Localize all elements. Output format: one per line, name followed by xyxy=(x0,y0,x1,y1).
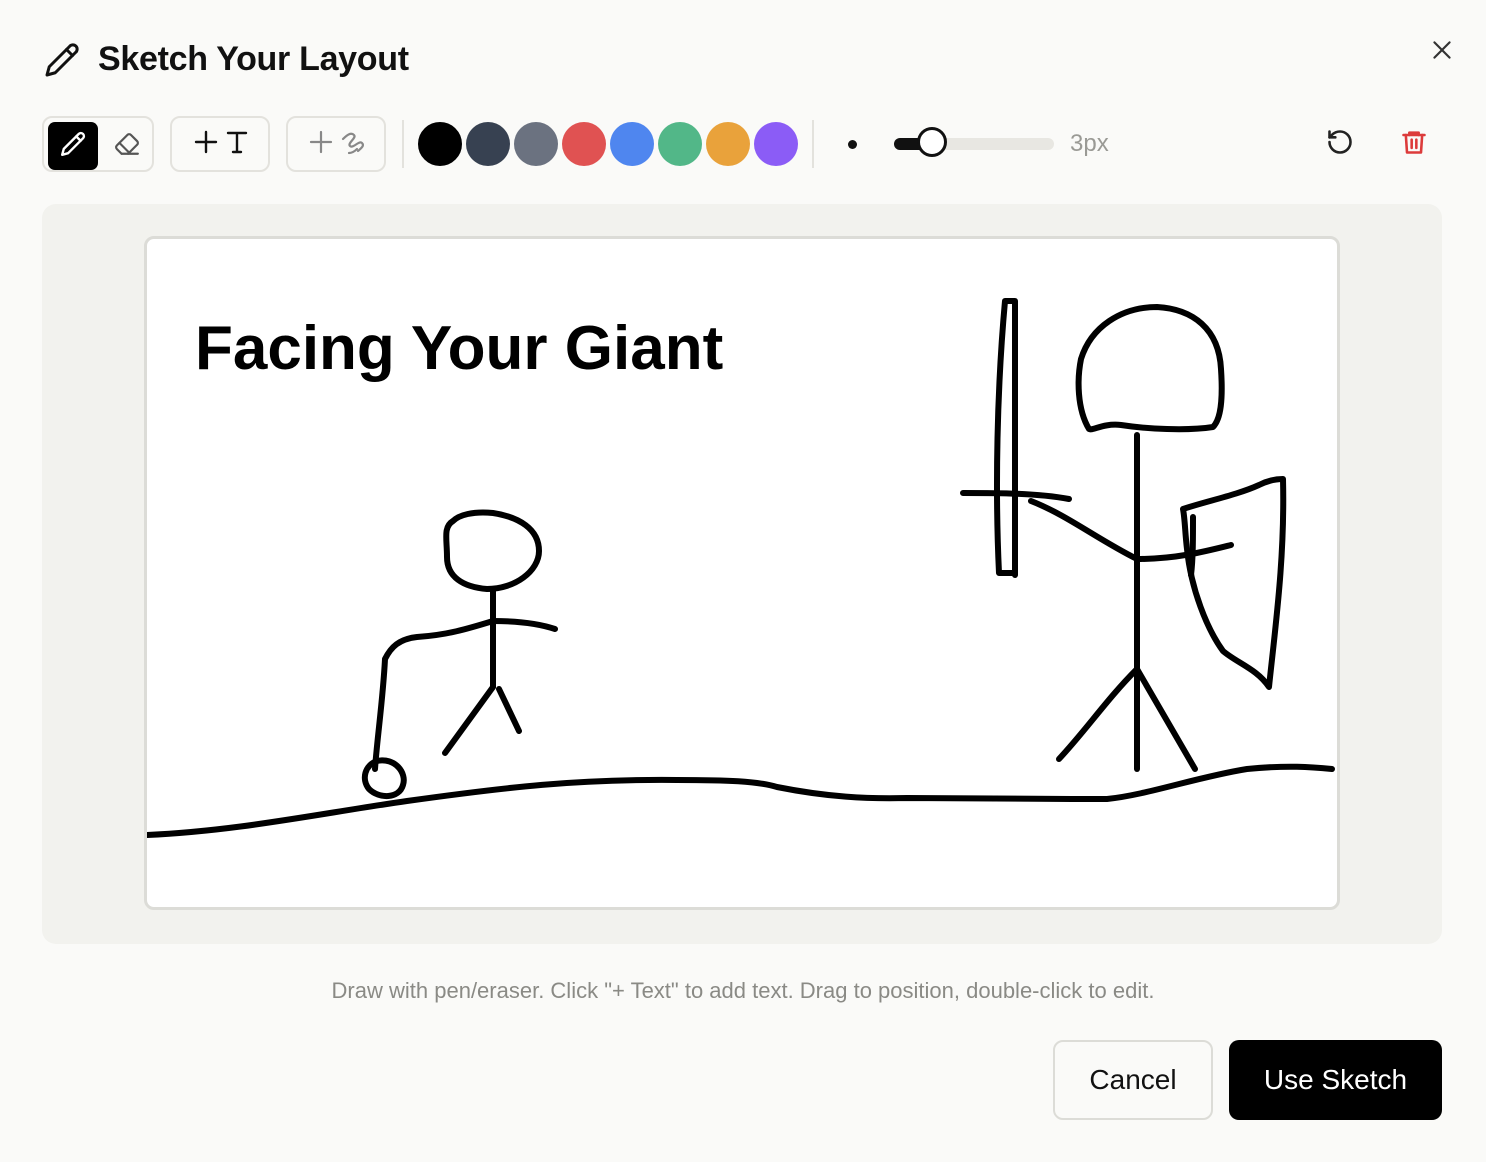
eraser-tool-button[interactable] xyxy=(102,122,152,170)
add-shape-button[interactable] xyxy=(286,116,386,172)
color-swatch[interactable] xyxy=(562,122,606,166)
pencil-icon xyxy=(60,131,86,162)
instructions-hint: Draw with pen/eraser. Click "+ Text" to … xyxy=(331,978,1155,1003)
color-swatch[interactable] xyxy=(706,122,750,166)
stroke xyxy=(1056,666,1140,762)
color-swatch[interactable] xyxy=(514,122,558,166)
drawing-canvas[interactable]: Facing Your Giant xyxy=(144,236,1340,910)
undo-button[interactable] xyxy=(1320,124,1360,164)
toolbar-divider xyxy=(402,120,404,168)
cancel-button[interactable]: Cancel xyxy=(1053,1040,1213,1120)
stroke xyxy=(1075,304,1225,433)
pencil-icon xyxy=(44,42,80,78)
add-text-button[interactable] xyxy=(170,116,270,172)
eraser-icon xyxy=(114,131,140,162)
brush-size-slider[interactable] xyxy=(894,127,1054,157)
trash-icon xyxy=(1400,128,1428,161)
close-button[interactable] xyxy=(1424,34,1460,70)
toolbar-divider xyxy=(812,120,814,168)
stroke xyxy=(442,684,496,756)
brush-size-dot-icon xyxy=(848,140,857,149)
stroke xyxy=(1134,666,1198,772)
canvas-area: Facing Your Giant xyxy=(42,204,1442,944)
add-shape-icon xyxy=(305,127,367,162)
color-swatch[interactable] xyxy=(610,122,654,166)
stroke xyxy=(443,509,542,592)
color-swatch[interactable] xyxy=(466,122,510,166)
add-text-icon xyxy=(190,127,250,162)
drawing-toolbar: 3px xyxy=(42,116,1442,172)
color-swatch[interactable] xyxy=(418,122,462,166)
stroke xyxy=(147,763,1335,838)
color-swatch[interactable] xyxy=(658,122,702,166)
stroke xyxy=(361,757,407,799)
brush-size-label: 3px xyxy=(1070,130,1109,157)
stroke xyxy=(372,618,496,772)
stroke xyxy=(1180,476,1287,690)
stroke xyxy=(1188,514,1196,578)
undo-icon xyxy=(1326,128,1354,161)
brush-size-slider-thumb[interactable] xyxy=(917,127,948,157)
color-swatch[interactable] xyxy=(754,122,798,166)
sketch-dialog: Sketch Your Layout 3px Facing Your Giant… xyxy=(0,0,1486,1162)
clear-canvas-button[interactable] xyxy=(1394,124,1434,164)
use-sketch-button[interactable]: Use Sketch xyxy=(1229,1040,1442,1120)
dialog-title: Sketch Your Layout xyxy=(98,40,409,78)
canvas-text-label[interactable]: Facing Your Giant xyxy=(195,313,723,384)
close-icon xyxy=(1429,37,1455,68)
stroke xyxy=(994,298,1018,576)
stroke xyxy=(1028,498,1140,562)
dialog-header: Sketch Your Layout xyxy=(44,40,409,79)
pen-tool-button[interactable] xyxy=(48,122,98,170)
stroke xyxy=(496,686,522,734)
stroke xyxy=(490,618,558,632)
tool-toggle-group xyxy=(42,116,154,172)
